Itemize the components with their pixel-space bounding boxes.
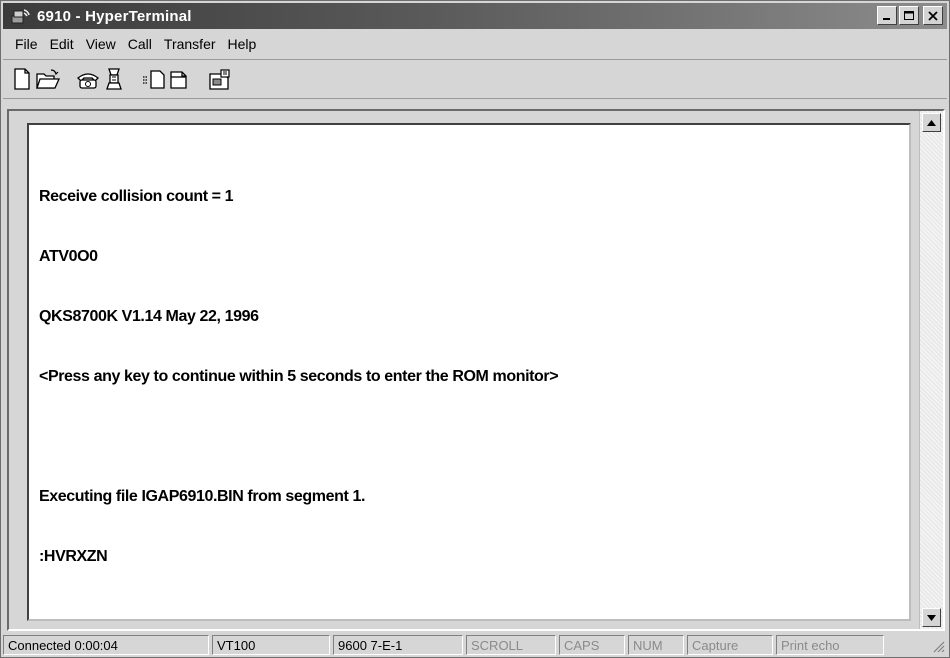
- terminal-line: :HVRXZN: [39, 548, 108, 565]
- menu-view[interactable]: View: [80, 34, 122, 54]
- terminal-line: <Press any key to continue within 5 seco…: [39, 368, 559, 385]
- terminal-frame: Receive collision count = 1 ATV0O0 QKS87…: [7, 109, 945, 631]
- status-capture: Capture: [687, 635, 773, 655]
- send-button[interactable]: [141, 66, 167, 92]
- status-connected: Connected 0:00:04: [3, 635, 209, 655]
- close-icon: [928, 10, 938, 21]
- receive-icon: [170, 71, 187, 89]
- status-scroll: SCROLL: [466, 635, 556, 655]
- connect-button[interactable]: [75, 66, 101, 92]
- menu-file[interactable]: File: [9, 34, 44, 54]
- new-icon: [14, 68, 30, 90]
- minimize-icon: [883, 17, 890, 20]
- vertical-scrollbar[interactable]: [919, 111, 943, 629]
- maximize-button[interactable]: [899, 6, 919, 25]
- status-num: NUM: [628, 635, 684, 655]
- open-icon: [36, 69, 60, 89]
- terminal-line: Receive collision count = 1: [39, 188, 234, 205]
- arrow-up-icon: [927, 119, 936, 126]
- menu-call[interactable]: Call: [122, 34, 158, 54]
- properties-button[interactable]: [207, 66, 233, 92]
- terminal-line: ATV0O0: [39, 248, 98, 265]
- scroll-down-button[interactable]: [922, 608, 941, 627]
- terminal-screen[interactable]: Receive collision count = 1 ATV0O0 QKS87…: [27, 123, 911, 621]
- status-emulation: VT100: [212, 635, 330, 655]
- receive-button[interactable]: [167, 66, 193, 92]
- terminal-line: QKS8700K V1.14 May 22, 1996: [39, 308, 259, 325]
- menu-help[interactable]: Help: [222, 34, 263, 54]
- scroll-up-button[interactable]: [922, 113, 941, 132]
- new-connection-button[interactable]: [9, 66, 35, 92]
- properties-icon: [209, 69, 230, 90]
- status-print-echo: Print echo: [776, 635, 884, 655]
- minimize-button[interactable]: [877, 6, 897, 25]
- toolbar: [3, 59, 947, 99]
- status-caps: CAPS: [559, 635, 625, 655]
- connect-icon: [77, 73, 99, 89]
- arrow-down-icon: [927, 614, 936, 621]
- disconnect-icon: [106, 68, 122, 90]
- status-settings: 9600 7-E-1: [333, 635, 463, 655]
- close-button[interactable]: [923, 6, 943, 25]
- menu-bar: File Edit View Call Transfer Help: [3, 32, 947, 56]
- terminal-output: Receive collision count = 1 ATV0O0 QKS87…: [39, 147, 559, 607]
- send-icon: [143, 70, 165, 89]
- maximize-icon: [904, 10, 914, 20]
- status-bar: Connected 0:00:04 VT100 9600 7-E-1 SCROL…: [3, 633, 947, 657]
- resize-grip-icon[interactable]: [929, 637, 945, 653]
- open-button[interactable]: [35, 66, 61, 92]
- hyperterminal-window: 6910 - HyperTerminal File Edit View Call…: [0, 0, 950, 658]
- menu-transfer[interactable]: Transfer: [158, 34, 222, 54]
- menu-edit[interactable]: Edit: [44, 34, 80, 54]
- hyperterminal-icon[interactable]: [9, 6, 33, 26]
- window-title: 6910 - HyperTerminal: [37, 7, 192, 25]
- terminal-line: Executing file IGAP6910.BIN from segment…: [39, 488, 366, 505]
- disconnect-button[interactable]: [101, 66, 127, 92]
- title-bar[interactable]: 6910 - HyperTerminal: [3, 3, 947, 29]
